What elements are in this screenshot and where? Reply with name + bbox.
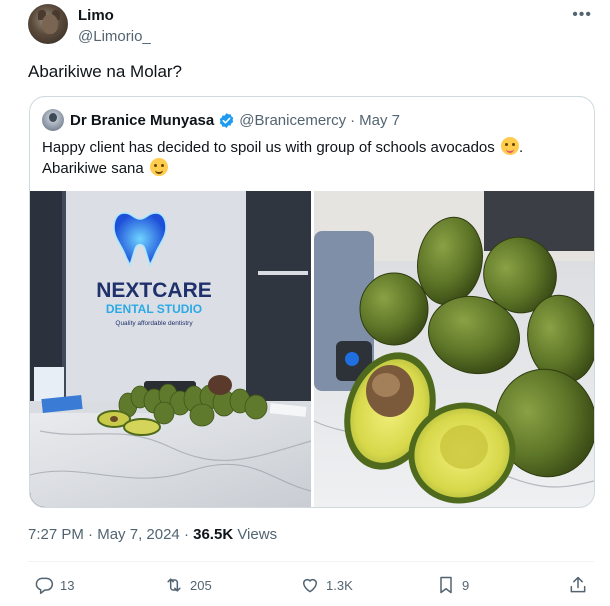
heart-icon: [303, 578, 317, 593]
quoted-author-avatar[interactable]: [42, 109, 64, 131]
divider: [28, 561, 594, 562]
reply-button[interactable]: 13: [34, 573, 74, 597]
bookmark-count: 9: [462, 577, 470, 593]
views-count: 36.5K: [193, 526, 234, 543]
quoted-tweet[interactable]: Dr Branice Munyasa @Branicemercy · May 7…: [29, 96, 595, 508]
more-icon[interactable]: •••: [572, 6, 592, 24]
quoted-text-line2: Abarikiwe sana: [42, 160, 144, 177]
avatar-face: [42, 14, 58, 34]
quoted-tweet-text: Happy client has decided to spoil us wit…: [42, 137, 582, 179]
share-icon: [570, 576, 586, 593]
reply-icon: [35, 577, 54, 595]
bookmark-button[interactable]: 9: [436, 573, 469, 597]
pleading-emoji-icon: [149, 158, 168, 176]
yum-emoji-icon: [500, 137, 519, 155]
media-grid: NEXTCARE DENTAL STUDIO Quality affordabl…: [30, 191, 594, 507]
quoted-text-line1-end: .: [518, 139, 524, 156]
action-bar: 13 205 1.3K 9: [28, 573, 594, 597]
quoted-tweet-date[interactable]: May 7: [359, 112, 400, 129]
reply-count: 13: [60, 577, 75, 593]
quoted-author-name[interactable]: Dr Branice Munyasa: [70, 112, 214, 129]
tweet-text: Abarikiwe na Molar?: [28, 62, 183, 81]
like-count: 1.3K: [326, 577, 353, 593]
bookmark-icon: [440, 576, 452, 594]
repost-button[interactable]: 205: [164, 573, 212, 597]
author-handle[interactable]: @Limorio_: [78, 28, 151, 45]
verified-badge-icon: [220, 112, 234, 128]
tweet-meta: 7:27 PM · May 7, 2024 · 36.5K Views: [28, 526, 277, 543]
tweet-header: Limo @Limorio_ •••: [28, 4, 591, 48]
author-name[interactable]: Limo: [78, 7, 114, 24]
reception-illustration: NEXTCARE DENTAL STUDIO Quality affordabl…: [30, 191, 311, 507]
like-button[interactable]: 1.3K: [300, 573, 353, 597]
separator-dot: ·: [88, 526, 94, 543]
photo-reception[interactable]: NEXTCARE DENTAL STUDIO Quality affordabl…: [30, 191, 311, 507]
share-button[interactable]: [568, 573, 594, 597]
tweet-date[interactable]: May 7, 2024: [97, 526, 180, 543]
tweet-time[interactable]: 7:27 PM: [28, 526, 84, 543]
views-label: Views: [237, 526, 278, 543]
separator-dot: ·: [183, 526, 189, 543]
repost-count: 205: [190, 577, 212, 593]
separator-dot: ·: [350, 111, 356, 129]
repost-icon: [167, 578, 181, 592]
avocados-illustration: [314, 191, 594, 507]
sign-tagline: Quality affordable dentistry: [115, 320, 193, 327]
author-avatar[interactable]: [28, 4, 68, 44]
sign-brand: NEXTCARE: [96, 279, 212, 302]
quoted-text-line1: Happy client has decided to spoil us wit…: [42, 139, 495, 156]
quoted-author-handle[interactable]: @Branicemercy: [239, 112, 346, 129]
photo-avocados[interactable]: [314, 191, 594, 507]
sign-subtitle: DENTAL STUDIO: [106, 302, 202, 316]
quoted-tweet-header: Dr Branice Munyasa @Branicemercy · May 7: [42, 109, 400, 131]
